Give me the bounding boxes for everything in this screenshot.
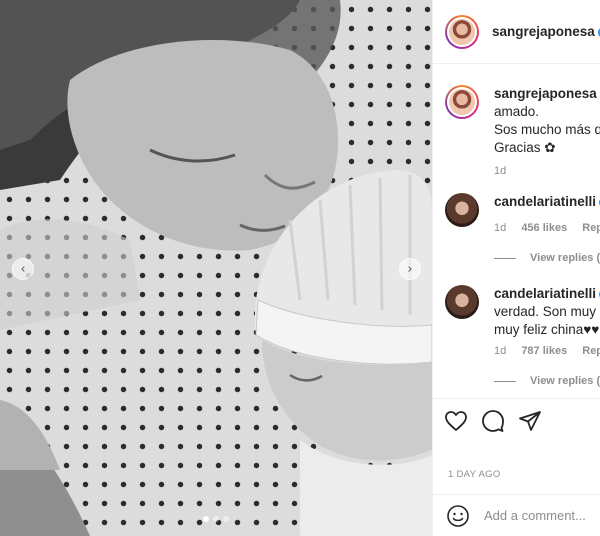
comment-age[interactable]: 1d <box>494 222 506 234</box>
post-header: sangrejaponesa✓ <box>433 0 600 64</box>
photo-illustration <box>0 0 432 536</box>
caption-meta: 1d <box>494 165 600 177</box>
author-username-text[interactable]: sangrejaponesa <box>492 24 595 39</box>
view-replies-button[interactable]: View replies (5 <box>494 252 600 264</box>
comment-text-line: muy feliz china♥♥♥ <box>494 322 600 337</box>
author-avatar[interactable] <box>445 14 479 49</box>
previous-photo-button[interactable]: ‹ <box>12 258 34 280</box>
add-comment-bar <box>432 494 600 536</box>
view-replies-button[interactable]: View replies (4 <box>494 375 600 387</box>
speech-bubble-icon[interactable] <box>481 409 505 433</box>
comment-age[interactable]: 1d <box>494 345 506 357</box>
caption-line: amado. <box>494 104 540 119</box>
reply-button[interactable]: Reply <box>582 222 600 234</box>
caption-line: Sos mucho más de <box>494 122 600 137</box>
heart-icon[interactable] <box>444 409 468 433</box>
view-replies-label[interactable]: View replies (4 <box>530 375 600 387</box>
view-replies-label[interactable]: View replies (5 <box>530 252 600 264</box>
post-photo[interactable]: ‹ › <box>0 0 432 536</box>
caption-line: Gracias ✿ <box>494 140 556 155</box>
caption-age[interactable]: 1d <box>494 165 506 177</box>
caption-username[interactable]: sangrejaponesa <box>494 86 597 101</box>
add-comment-input[interactable] <box>484 508 594 523</box>
comment-item: candelariatinelli✓ 1d 456 likes Reply Vi… <box>445 193 600 264</box>
post-actions <box>432 398 600 446</box>
next-photo-button[interactable]: › <box>399 258 421 280</box>
comment-likes[interactable]: 787 likes <box>521 345 567 357</box>
author-username[interactable]: sangrejaponesa✓ <box>492 24 600 39</box>
comment-likes[interactable]: 456 likes <box>521 222 567 234</box>
comment-meta: 1d 456 likes Reply <box>494 222 600 234</box>
post-timestamp[interactable]: 1 DAY AGO <box>448 469 501 480</box>
commenter-avatar[interactable] <box>445 285 479 319</box>
carousel-dot <box>223 516 229 522</box>
carousel-dot <box>203 516 209 522</box>
post-side-panel: sangrejaponesa✓ sangrejaponesa✓ amado. S… <box>432 0 600 536</box>
smiley-icon[interactable] <box>446 504 470 528</box>
commenter-username[interactable]: candelariatinelli <box>494 194 596 209</box>
commenter-avatar[interactable] <box>445 193 479 227</box>
caption-avatar[interactable] <box>445 85 479 119</box>
carousel-dots <box>0 516 432 522</box>
replies-divider <box>494 380 516 382</box>
comment-meta: 1d 787 likes Reply <box>494 345 600 357</box>
reply-button[interactable]: Reply <box>582 345 600 357</box>
comment-item: candelariatinelli✓ verdad. Son muy he mu… <box>445 285 600 387</box>
caption: sangrejaponesa✓ amado. Sos mucho más de … <box>445 85 600 177</box>
comment-text-line: verdad. Son muy he <box>494 304 600 319</box>
carousel-dot <box>213 516 219 522</box>
paper-plane-icon[interactable] <box>518 409 542 433</box>
commenter-username[interactable]: candelariatinelli <box>494 286 596 301</box>
replies-divider <box>494 257 516 259</box>
